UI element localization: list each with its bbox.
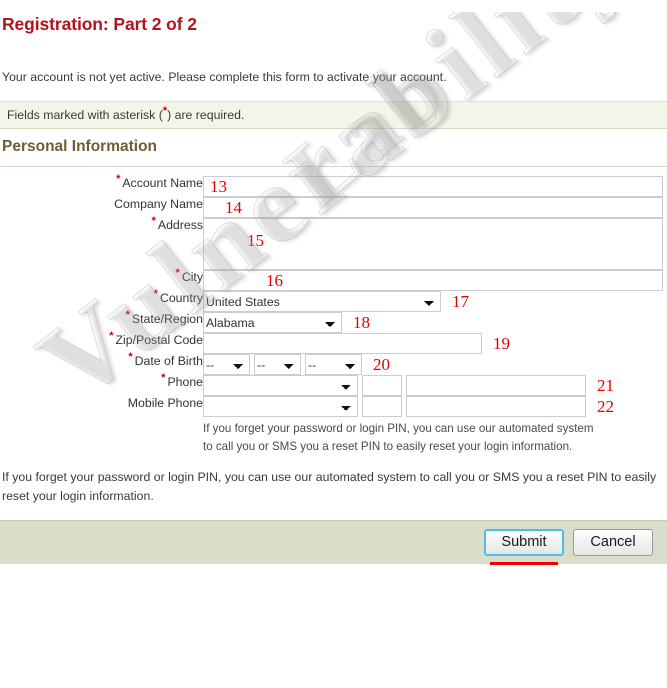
label-zip-postal-code: * Zip/Postal Code: [0, 330, 204, 354]
country-select[interactable]: United States: [203, 291, 441, 313]
mobile-phone-number-input[interactable]: [406, 396, 586, 418]
annotation-13: 13: [210, 177, 227, 197]
row-city: * City 16: [0, 267, 667, 292]
registration-form: * Account Name 13 Company Name 14 * Addr…: [0, 173, 667, 456]
label-country: * Country: [0, 288, 203, 312]
required-star-icon: *: [161, 372, 166, 385]
submit-button-wrapper: Submit: [484, 529, 564, 566]
required-fields-note: Fields marked with asterisk (*) are requ…: [0, 101, 667, 130]
required-star-icon: *: [175, 267, 180, 280]
required-note-suffix: ) are required.: [167, 108, 245, 123]
phone-number-input[interactable]: [406, 375, 586, 397]
zip-postal-code-input[interactable]: [203, 333, 482, 355]
phone-country-code-select[interactable]: [203, 375, 358, 397]
annotation-17: 17: [452, 292, 469, 312]
bottom-help-text: If you forget your password or login PIN…: [2, 470, 657, 504]
annotation-21: 21: [597, 376, 614, 396]
address-textarea[interactable]: [203, 218, 663, 271]
annotation-15: 15: [247, 231, 264, 251]
label-text: Company Name: [114, 197, 203, 212]
row-mobile-phone: Mobile Phone 22 If you forget your passw…: [0, 396, 667, 456]
annotation-19: 19: [493, 334, 510, 354]
required-note-prefix: Fields marked with asterisk (: [7, 108, 163, 123]
row-date-of-birth: * Date of Birth -- -- -- 20: [0, 351, 667, 376]
row-phone: * Phone 21: [0, 372, 667, 397]
submit-highlight-underline: [490, 562, 558, 566]
submit-button[interactable]: Submit: [484, 529, 564, 557]
label-text: Zip/Postal Code: [115, 333, 204, 348]
mobile-phone-area-code-input[interactable]: [362, 396, 402, 418]
cancel-button[interactable]: Cancel: [573, 529, 653, 557]
registration-page: Registration: Part 2 of 2 Your account i…: [0, 12, 667, 566]
mobile-phone-helper-text: If you forget your password or login PIN…: [203, 422, 594, 454]
label-text: State/Region: [131, 312, 203, 327]
row-state-region: * State/Region Alabama 18: [0, 309, 667, 334]
state-region-select[interactable]: Alabama: [203, 312, 342, 334]
label-mobile-phone: Mobile Phone: [0, 396, 203, 456]
company-name-input[interactable]: [203, 197, 663, 219]
required-star-icon: *: [151, 215, 156, 228]
required-star-icon: *: [125, 309, 130, 322]
row-address: * Address 15: [0, 215, 667, 271]
annotation-22: 22: [597, 397, 614, 417]
label-text: Phone: [167, 375, 203, 390]
required-star-icon: *: [109, 330, 114, 343]
account-name-input[interactable]: [203, 176, 663, 198]
page-title: Registration: Part 2 of 2: [2, 13, 197, 34]
mobile-phone-country-code-select[interactable]: [203, 396, 358, 418]
label-date-of-birth: * Date of Birth: [0, 351, 203, 375]
label-text: Account Name: [122, 176, 203, 191]
form-top-divider: [0, 166, 667, 168]
annotation-20: 20: [373, 355, 390, 375]
row-zip-postal-code: * Zip/Postal Code 19: [0, 330, 667, 355]
dob-year-select[interactable]: --: [305, 354, 362, 376]
required-star-icon: *: [116, 173, 121, 186]
dob-day-select[interactable]: --: [254, 354, 301, 376]
label-text: City: [181, 270, 203, 285]
section-heading-personal-information: Personal Information: [2, 138, 158, 156]
label-address: * Address: [0, 215, 203, 270]
label-state-region: * State/Region: [0, 309, 203, 333]
phone-area-code-input[interactable]: [362, 375, 402, 397]
annotation-18: 18: [353, 313, 370, 333]
form-action-bar: Submit Cancel: [0, 520, 667, 566]
label-text: Country: [159, 291, 203, 306]
label-account-name: * Account Name: [0, 173, 203, 197]
dob-month-select[interactable]: --: [203, 354, 250, 376]
row-country: * Country United States 17: [0, 288, 667, 313]
label-city: * City: [0, 267, 203, 291]
row-account-name: * Account Name 13: [0, 173, 667, 198]
label-phone: * Phone: [0, 372, 203, 396]
label-text: Mobile Phone: [127, 396, 203, 411]
required-star-icon: *: [128, 351, 133, 364]
row-company-name: Company Name 14: [0, 197, 667, 219]
label-company-name: Company Name: [0, 197, 203, 218]
label-text: Address: [157, 218, 203, 233]
annotation-16: 16: [266, 271, 283, 291]
intro-text: Your account is not yet active. Please c…: [2, 70, 447, 85]
required-star-icon: *: [153, 288, 158, 301]
label-text: Date of Birth: [134, 354, 203, 369]
annotation-14: 14: [225, 198, 242, 218]
